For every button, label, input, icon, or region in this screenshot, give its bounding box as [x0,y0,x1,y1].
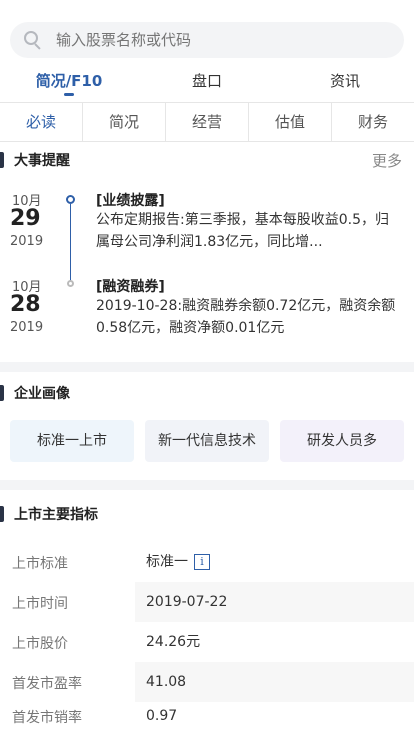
event-year: 2019 [10,234,44,249]
subtab-overview[interactable]: 简况 [83,103,166,141]
tab-quote-label: 盘口 [191,72,222,90]
section-marker [0,152,4,168]
active-tab-indicator [64,93,74,96]
indicator-row: 上市标准 标准一 i [0,542,414,582]
indicator-value: 标准一 i [135,542,414,582]
events-title: 大事提醒 [14,153,70,169]
tab-f10-label: 简况/F10 [35,72,103,90]
subtab-finance[interactable]: 财务 [332,103,414,141]
tab-news[interactable]: 资讯 [276,64,414,102]
event-year: 2019 [10,320,44,335]
subtab-operations[interactable]: 经营 [166,103,249,141]
indicator-value: 0.97 [146,708,178,724]
indicator-label: 首发市销率 [12,710,82,726]
tab-f10[interactable]: 简况/F10 [0,64,138,102]
events-header: 大事提醒 更多 [0,142,414,178]
tab-quote[interactable]: 盘口 [138,64,276,102]
indicator-label: 首发市盈率 [12,676,82,692]
indicator-value: 2019-07-22 [135,582,414,622]
timeline-dot [67,280,74,287]
subtab-valuation[interactable]: 估值 [249,103,332,141]
search-bar[interactable] [10,22,404,58]
event-day: 28 [10,292,41,317]
main-tabs: 简况/F10 盘口 资讯 [0,64,414,102]
indicator-row: 首发市销率 0.97 [0,696,414,736]
event-tag: [业绩披露] [96,193,165,209]
tab-news-label: 资讯 [329,72,360,90]
indicators-title: 上市主要指标 [14,507,98,523]
section-marker [0,385,4,401]
timeline-dot [66,195,75,204]
profile-title: 企业画像 [14,386,70,402]
indicator-row: 上市时间 2019-07-22 [0,582,414,622]
section-divider [0,480,414,490]
event-text: 公布定期报告:第三季报，基本每股收益0.5，归属母公司净利润1.83亿元，同比增… [96,212,389,250]
profile-tag[interactable]: 新一代信息技术 [145,420,269,462]
info-icon[interactable]: i [194,554,210,570]
sub-tabs: 必读 简况 经营 估值 财务 [0,102,414,142]
profile-tag[interactable]: 标准一上市 [10,420,134,462]
search-icon [24,31,42,50]
event-text: 2019-10-28:融资融券余额0.72亿元，融资余额0.58亿元，融资净额0… [96,298,396,336]
indicator-label: 上市时间 [12,596,68,612]
section-divider [0,362,414,372]
indicators-header: 上市主要指标 [0,496,414,532]
indicator-label: 上市股价 [12,636,68,652]
search-input[interactable] [56,31,356,49]
indicator-label: 上市标准 [12,556,68,572]
indicator-value: 24.26元 [146,634,201,650]
section-marker [0,506,4,522]
profile-tags: 标准一上市 新一代信息技术 研发人员多 [10,420,404,462]
timeline-line [70,204,71,284]
event-day: 29 [10,206,41,231]
profile-header: 企业画像 [0,375,414,411]
profile-tag[interactable]: 研发人员多 [280,420,404,462]
indicator-row: 上市股价 24.26元 [0,622,414,662]
subtab-must-read[interactable]: 必读 [0,103,83,141]
event-tag: [融资融券] [96,279,165,295]
events-more-link[interactable]: 更多 [372,150,402,171]
indicator-value-text: 标准一 [146,554,188,570]
